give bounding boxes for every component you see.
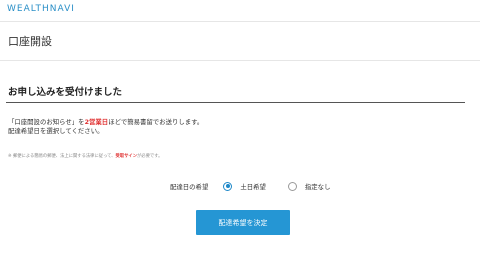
footnote: ※ 郵便による簡易の郵便、法上に関する法律に従って、受取サインが必要です。	[8, 153, 162, 159]
radio-no-preference[interactable]: 指定なし	[287, 181, 331, 191]
notice-line-1-start: 「口座開設のお知らせ」を	[8, 118, 85, 126]
footnote-end: が必要です。	[137, 154, 163, 159]
business-days-highlight: 2営業日	[84, 118, 109, 126]
section-title: お申し込みを受付けました	[8, 87, 123, 98]
wealthnavi-logo[interactable]: WEALTHNAVI	[7, 4, 75, 14]
radio-weekend[interactable]: 土日希望	[223, 181, 266, 191]
radio-weekend-indicator[interactable]	[223, 181, 233, 191]
confirm-delivery-button[interactable]: 配達希望を決定	[196, 210, 290, 235]
page-title-bar: 口座開設	[0, 22, 480, 61]
section-divider	[6, 102, 465, 103]
radio-no-preference-indicator[interactable]	[287, 181, 297, 191]
delivery-preference-label: 配達日の希望	[170, 182, 209, 191]
page-title: 口座開設	[8, 35, 52, 48]
notice-line-1-end: ほどで簡易書留でお送りします。	[108, 118, 204, 126]
notice-line-2: 配達希望日を選択してください。	[8, 127, 104, 135]
notice-text: 「口座開設のお知らせ」を2営業日ほどで簡易書留でお送りします。 配達希望日を選択…	[8, 118, 203, 136]
delivery-preference-group: 配達日の希望 土日希望 指定なし	[170, 180, 352, 192]
signature-required-highlight: 受取サイン	[115, 154, 138, 159]
notice-line-1: 「口座開設のお知らせ」を2営業日ほどで簡易書留でお送りします。	[8, 118, 203, 127]
app-header: WEALTHNAVI	[0, 0, 480, 22]
radio-no-preference-label: 指定なし	[304, 182, 331, 191]
radio-weekend-label: 土日希望	[240, 182, 266, 191]
footnote-start: ※ 郵便による簡易の郵便、法上に関する法律に従って、	[8, 154, 116, 159]
